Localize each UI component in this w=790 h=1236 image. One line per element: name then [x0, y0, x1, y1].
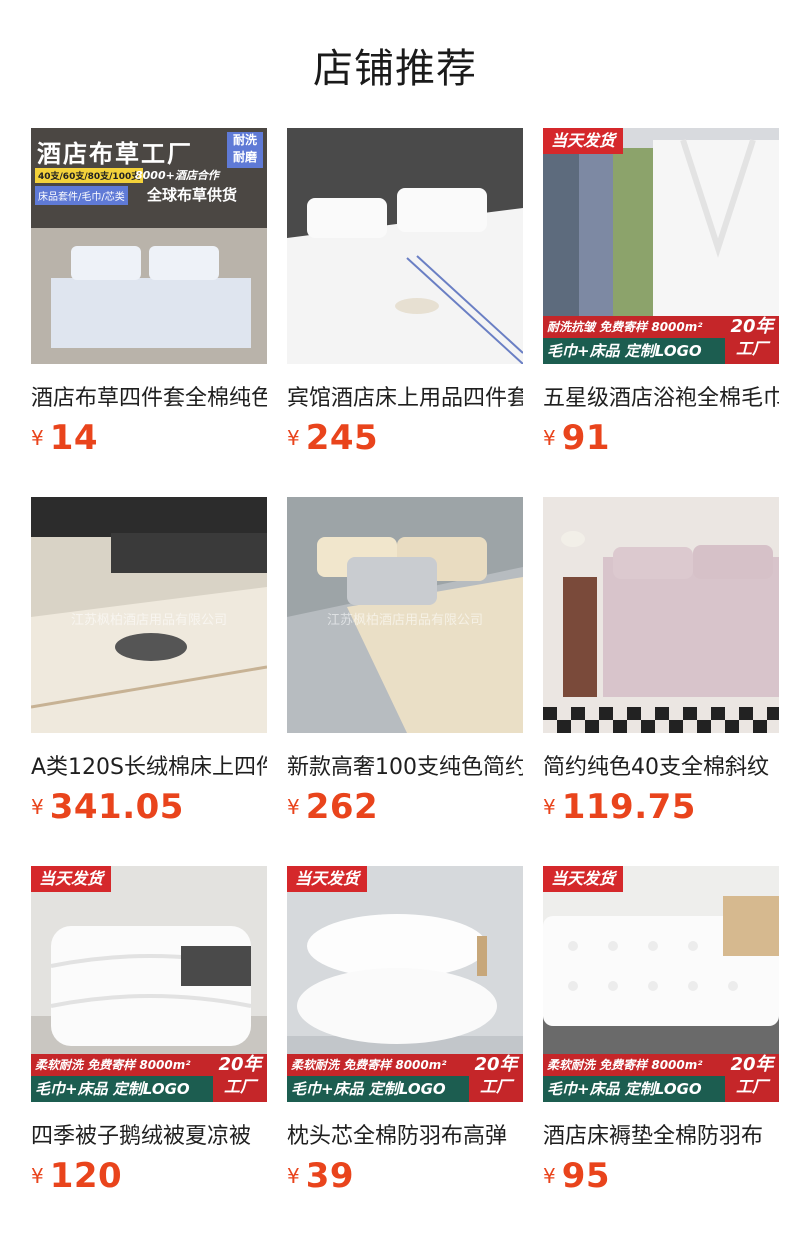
- banner-specs: 40支/60支/80支/100支: [35, 168, 144, 183]
- badge-factory: 工厂: [735, 1077, 768, 1096]
- price-value: 120: [49, 1156, 123, 1196]
- product-image[interactable]: 酒店布草工厂 耐洗 耐磨 40支/60支/80支/100支 8000+酒店合作 …: [31, 128, 267, 364]
- promo-bottom: 毛巾+床品 定制LOGO: [543, 1076, 725, 1102]
- product-image[interactable]: [287, 128, 523, 364]
- promo-bar: 柔软耐洗 免费寄样 8000m² 毛巾+床品 定制LOGO 20年 工厂: [31, 1054, 267, 1102]
- product-price: ¥119.75: [543, 787, 696, 827]
- product-price: ¥120: [31, 1156, 122, 1196]
- price-value: 95: [561, 1156, 611, 1196]
- badge-years: 20年: [730, 1054, 774, 1075]
- product-name[interactable]: 四季被子鹅绒被夏凉被: [31, 1118, 267, 1150]
- banner-cats: 床品套件/毛巾/芯类: [35, 186, 128, 205]
- badge-years: 20年: [730, 316, 774, 337]
- promo-top: 柔软耐洗 免费寄样 8000m²: [543, 1054, 725, 1076]
- factory-badge: 20年 工厂: [213, 1054, 267, 1102]
- banner-coop: 8000+酒店合作: [135, 169, 219, 182]
- product-price: ¥91: [543, 418, 610, 458]
- page-title: 店铺推荐: [313, 46, 477, 92]
- badge-years: 20年: [474, 1054, 518, 1075]
- currency-symbol: ¥: [287, 795, 300, 819]
- product-price: ¥245: [287, 418, 378, 458]
- price-value: 262: [305, 787, 379, 827]
- promo-top: 柔软耐洗 免费寄样 8000m²: [31, 1054, 213, 1076]
- product-card[interactable]: 简约纯色40支全棉斜纹 ¥119.75: [543, 497, 779, 837]
- product-card[interactable]: 江苏枫柏酒店用品有限公司 新款高奢100支纯色简约 ¥262: [287, 497, 523, 837]
- same-day-ship-tag: 当天发货: [31, 866, 112, 892]
- promo-bottom: 毛巾+床品 定制LOGO: [287, 1076, 469, 1102]
- badge-line-1: 耐洗: [232, 133, 257, 147]
- price-value: 341.05: [49, 787, 184, 827]
- page-header: 店铺推荐: [0, 0, 790, 128]
- product-price: ¥95: [543, 1156, 610, 1196]
- product-card[interactable]: 江苏枫柏酒店用品有限公司 A类120S长绒棉床上四件套 ¥341.05: [31, 497, 267, 837]
- product-name[interactable]: 酒店布草四件套全棉纯色: [31, 380, 267, 412]
- product-name[interactable]: A类120S长绒棉床上四件套: [31, 749, 267, 781]
- currency-symbol: ¥: [31, 1164, 44, 1188]
- factory-badge: 20年 工厂: [725, 1054, 779, 1102]
- badge-line-2: 耐磨: [232, 150, 257, 164]
- product-image[interactable]: 当天发货 柔软耐洗 免费寄样 8000m² 毛巾+床品 定制LOGO 20年 工…: [543, 866, 779, 1102]
- same-day-ship-tag: 当天发货: [543, 866, 624, 892]
- price-value: 91: [561, 418, 611, 458]
- product-image[interactable]: 当天发货 柔软耐洗 免费寄样 8000m² 毛巾+床品 定制LOGO 20年 工…: [31, 866, 267, 1102]
- watermark: 江苏枫柏酒店用品有限公司: [326, 613, 483, 628]
- product-image[interactable]: 当天发货 柔软耐洗 免费寄样 8000m² 毛巾+床品 定制LOGO 20年 工…: [287, 866, 523, 1102]
- price-value: 245: [305, 418, 379, 458]
- currency-symbol: ¥: [31, 795, 44, 819]
- badge-years: 20年: [218, 1054, 262, 1075]
- product-image[interactable]: 江苏枫柏酒店用品有限公司: [287, 497, 523, 733]
- currency-symbol: ¥: [31, 426, 44, 450]
- currency-symbol: ¥: [287, 426, 300, 450]
- banner-global: 全球布草供货: [147, 186, 238, 204]
- banner-badge: 耐洗 耐磨: [227, 132, 263, 168]
- product-name[interactable]: 枕头芯全棉防羽布高弹: [287, 1118, 523, 1150]
- product-name[interactable]: 简约纯色40支全棉斜纹: [543, 749, 779, 781]
- factory-badge: 20年 工厂: [725, 316, 779, 364]
- currency-symbol: ¥: [543, 1164, 556, 1188]
- promo-top: 柔软耐洗 免费寄样 8000m²: [287, 1054, 469, 1076]
- promo-bottom: 毛巾+床品 定制LOGO: [543, 338, 725, 364]
- price-value: 14: [49, 418, 99, 458]
- promo-bottom: 毛巾+床品 定制LOGO: [31, 1076, 213, 1102]
- product-image[interactable]: 当天发货 耐洗抗皱 免费寄样 8000m² 毛巾+床品 定制LOGO 20年 工…: [543, 128, 779, 364]
- product-card[interactable]: 宾馆酒店床上用品四件套 ¥245: [287, 128, 523, 468]
- product-price: ¥262: [287, 787, 378, 827]
- same-day-ship-tag: 当天发货: [543, 128, 624, 154]
- watermark: 江苏枫柏酒店用品有限公司: [70, 613, 227, 628]
- price-value: 39: [305, 1156, 355, 1196]
- promo-bar: 柔软耐洗 免费寄样 8000m² 毛巾+床品 定制LOGO 20年 工厂: [543, 1054, 779, 1102]
- banner-title: 酒店布草工厂: [37, 140, 193, 168]
- badge-factory: 工厂: [735, 339, 768, 358]
- product-card[interactable]: 当天发货 柔软耐洗 免费寄样 8000m² 毛巾+床品 定制LOGO 20年 工…: [31, 866, 267, 1206]
- promo-bar: 柔软耐洗 免费寄样 8000m² 毛巾+床品 定制LOGO 20年 工厂: [287, 1054, 523, 1102]
- product-name[interactable]: 五星级酒店浴袍全棉毛巾: [543, 380, 779, 412]
- promo-top: 耐洗抗皱 免费寄样 8000m²: [543, 316, 725, 338]
- product-name[interactable]: 酒店床褥垫全棉防羽布: [543, 1118, 779, 1150]
- product-image[interactable]: 江苏枫柏酒店用品有限公司: [31, 497, 267, 733]
- product-card[interactable]: 酒店布草工厂 耐洗 耐磨 40支/60支/80支/100支 8000+酒店合作 …: [31, 128, 267, 468]
- product-name[interactable]: 新款高奢100支纯色简约: [287, 749, 523, 781]
- badge-factory: 工厂: [223, 1077, 256, 1096]
- product-card[interactable]: 当天发货 柔软耐洗 免费寄样 8000m² 毛巾+床品 定制LOGO 20年 工…: [543, 866, 779, 1206]
- price-value: 119.75: [561, 787, 696, 827]
- factory-badge: 20年 工厂: [469, 1054, 523, 1102]
- product-card[interactable]: 当天发货 耐洗抗皱 免费寄样 8000m² 毛巾+床品 定制LOGO 20年 工…: [543, 128, 779, 468]
- currency-symbol: ¥: [287, 1164, 300, 1188]
- product-price: ¥14: [31, 418, 98, 458]
- promo-bar: 耐洗抗皱 免费寄样 8000m² 毛巾+床品 定制LOGO 20年 工厂: [543, 316, 779, 364]
- currency-symbol: ¥: [543, 426, 556, 450]
- product-price: ¥341.05: [31, 787, 184, 827]
- badge-factory: 工厂: [479, 1077, 512, 1096]
- product-image[interactable]: [543, 497, 779, 733]
- same-day-ship-tag: 当天发货: [287, 866, 368, 892]
- product-price: ¥39: [287, 1156, 354, 1196]
- product-card[interactable]: 当天发货 柔软耐洗 免费寄样 8000m² 毛巾+床品 定制LOGO 20年 工…: [287, 866, 523, 1206]
- currency-symbol: ¥: [543, 795, 556, 819]
- product-name[interactable]: 宾馆酒店床上用品四件套: [287, 380, 523, 412]
